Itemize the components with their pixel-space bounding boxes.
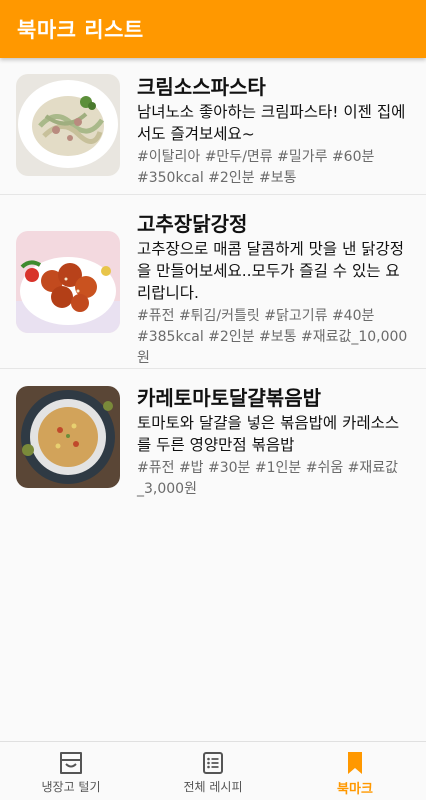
bottom-navigation: 냉장고 털기 전체 레시피 북마크 — [0, 741, 426, 800]
page-title: 북마크 리스트 — [17, 18, 144, 42]
recipe-card[interactable]: 카레토마토달걀볶음밥 토마토와 달걀을 넣은 볶음밥에 카레소스를 두른 영양만… — [0, 369, 426, 509]
recipe-card[interactable]: 고추장닭강정 고추장으로 매콤 달콤하게 맛을 낸 닭강정을 만들어보세요..모… — [0, 195, 426, 369]
fried-chicken-photo[interactable] — [16, 231, 120, 333]
recipe-description: 고추장으로 매콤 달콤하게 맛을 낸 닭강정을 만들어보세요..모두가 즐길 수… — [137, 240, 405, 302]
recipe-title: 카레토마토달걀볶음밥 — [137, 386, 321, 410]
fridge-icon — [60, 752, 82, 774]
recipe-card[interactable]: 크림소스파스타 남녀노소 좋아하는 크림파스타! 이젠 집에서도 즐겨보세요~ … — [0, 58, 426, 195]
nav-tab-all-recipes[interactable]: 전체 레시피 — [142, 742, 284, 800]
recipe-tags: #퓨전 #튀김/커틀릿 #닭고기류 #40분 #385kcal #2인분 #보통… — [137, 308, 408, 366]
nav-tab-bookmark[interactable]: 북마크 — [284, 742, 426, 800]
recipe-tags: #이탈리아 #만두/면류 #밀가루 #60분 #350kcal #2인분 #보통 — [137, 149, 375, 186]
cream-pasta-photo[interactable] — [16, 74, 120, 176]
recipe-description: 남녀노소 좋아하는 크림파스타! 이젠 집에서도 즐겨보세요~ — [137, 103, 406, 143]
recipe-info: 고추장닭강정 고추장으로 매콤 달콤하게 맛을 낸 닭강정을 만들어보세요..모… — [137, 211, 411, 369]
nav-label-fridge: 냉장고 털기 — [41, 780, 101, 794]
nav-label-all-recipes: 전체 레시피 — [183, 780, 243, 794]
recipe-description: 토마토와 달걀을 넣은 볶음밥에 카레소스를 두른 영양만점 볶음밥 — [137, 414, 400, 454]
bookmark-list[interactable]: 크림소스파스타 남녀노소 좋아하는 크림파스타! 이젠 집에서도 즐겨보세요~ … — [0, 58, 426, 509]
nav-label-bookmark: 북마크 — [337, 782, 373, 797]
bookmark-icon — [348, 752, 362, 774]
fried-rice-photo[interactable] — [16, 386, 120, 488]
recipe-tags: #퓨전 #밥 #30분 #1인분 #쉬움 #재료값_3,000원 — [137, 460, 399, 497]
nav-tab-fridge[interactable]: 냉장고 털기 — [0, 742, 142, 800]
recipe-title: 크림소스파스타 — [137, 75, 266, 99]
list-icon — [203, 752, 223, 774]
recipe-info: 크림소스파스타 남녀노소 좋아하는 크림파스타! 이젠 집에서도 즐겨보세요~ … — [137, 74, 411, 189]
app-bar: 북마크 리스트 — [0, 0, 426, 58]
recipe-title: 고추장닭강정 — [137, 212, 248, 236]
recipe-info: 카레토마토달걀볶음밥 토마토와 달걀을 넣은 볶음밥에 카레소스를 두른 영양만… — [137, 385, 411, 500]
